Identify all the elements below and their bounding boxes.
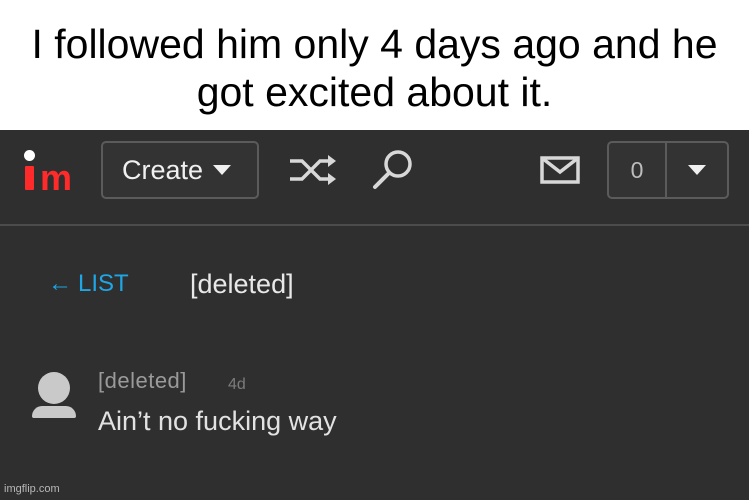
create-button-label: Create: [122, 154, 204, 185]
logo-m: m: [40, 157, 72, 198]
caret-down-icon: [213, 165, 232, 175]
header-divider: [0, 224, 749, 226]
shuffle-button[interactable]: [286, 152, 342, 188]
comment-item: [deleted] 4d Ain’t no fucking way: [30, 366, 630, 436]
chevron-down-icon: [688, 165, 706, 175]
watermark: imgflip.com: [4, 483, 60, 495]
avatar[interactable]: [30, 372, 78, 418]
left-arrow-icon: ←: [48, 270, 72, 297]
search-icon: [373, 150, 412, 189]
top-navigation-bar: m Create 0: [0, 130, 749, 225]
comment-text: Ain’t no fucking way: [98, 406, 337, 436]
back-to-list-link[interactable]: ← LIST: [48, 270, 129, 298]
mail-icon: [540, 156, 580, 184]
meme-caption: I followed him only 4 days ago and he go…: [0, 0, 749, 130]
comment-username: [deleted]: [98, 368, 187, 393]
back-link-label: LIST: [78, 270, 129, 297]
messages-button[interactable]: [538, 152, 582, 188]
logo-i-stem: [25, 166, 34, 190]
thread-title: [deleted]: [190, 269, 294, 299]
notifications-dropdown-button[interactable]: [667, 143, 727, 197]
site-logo[interactable]: m: [24, 150, 80, 196]
comment-timestamp: 4d: [228, 376, 246, 393]
notification-count-button[interactable]: 0: [609, 143, 667, 197]
logo-dot: [24, 150, 35, 161]
avatar-head: [38, 372, 70, 404]
notifications-control: 0: [607, 141, 729, 199]
app-screen: m Create 0 ← LIST [deleted] [deleted] 4d…: [0, 130, 749, 500]
caption-text: I followed him only 4 days ago and he go…: [31, 21, 718, 115]
avatar-body: [32, 406, 76, 418]
create-button[interactable]: Create: [101, 141, 259, 199]
search-button[interactable]: [370, 148, 416, 192]
shuffle-icon: [290, 155, 336, 185]
